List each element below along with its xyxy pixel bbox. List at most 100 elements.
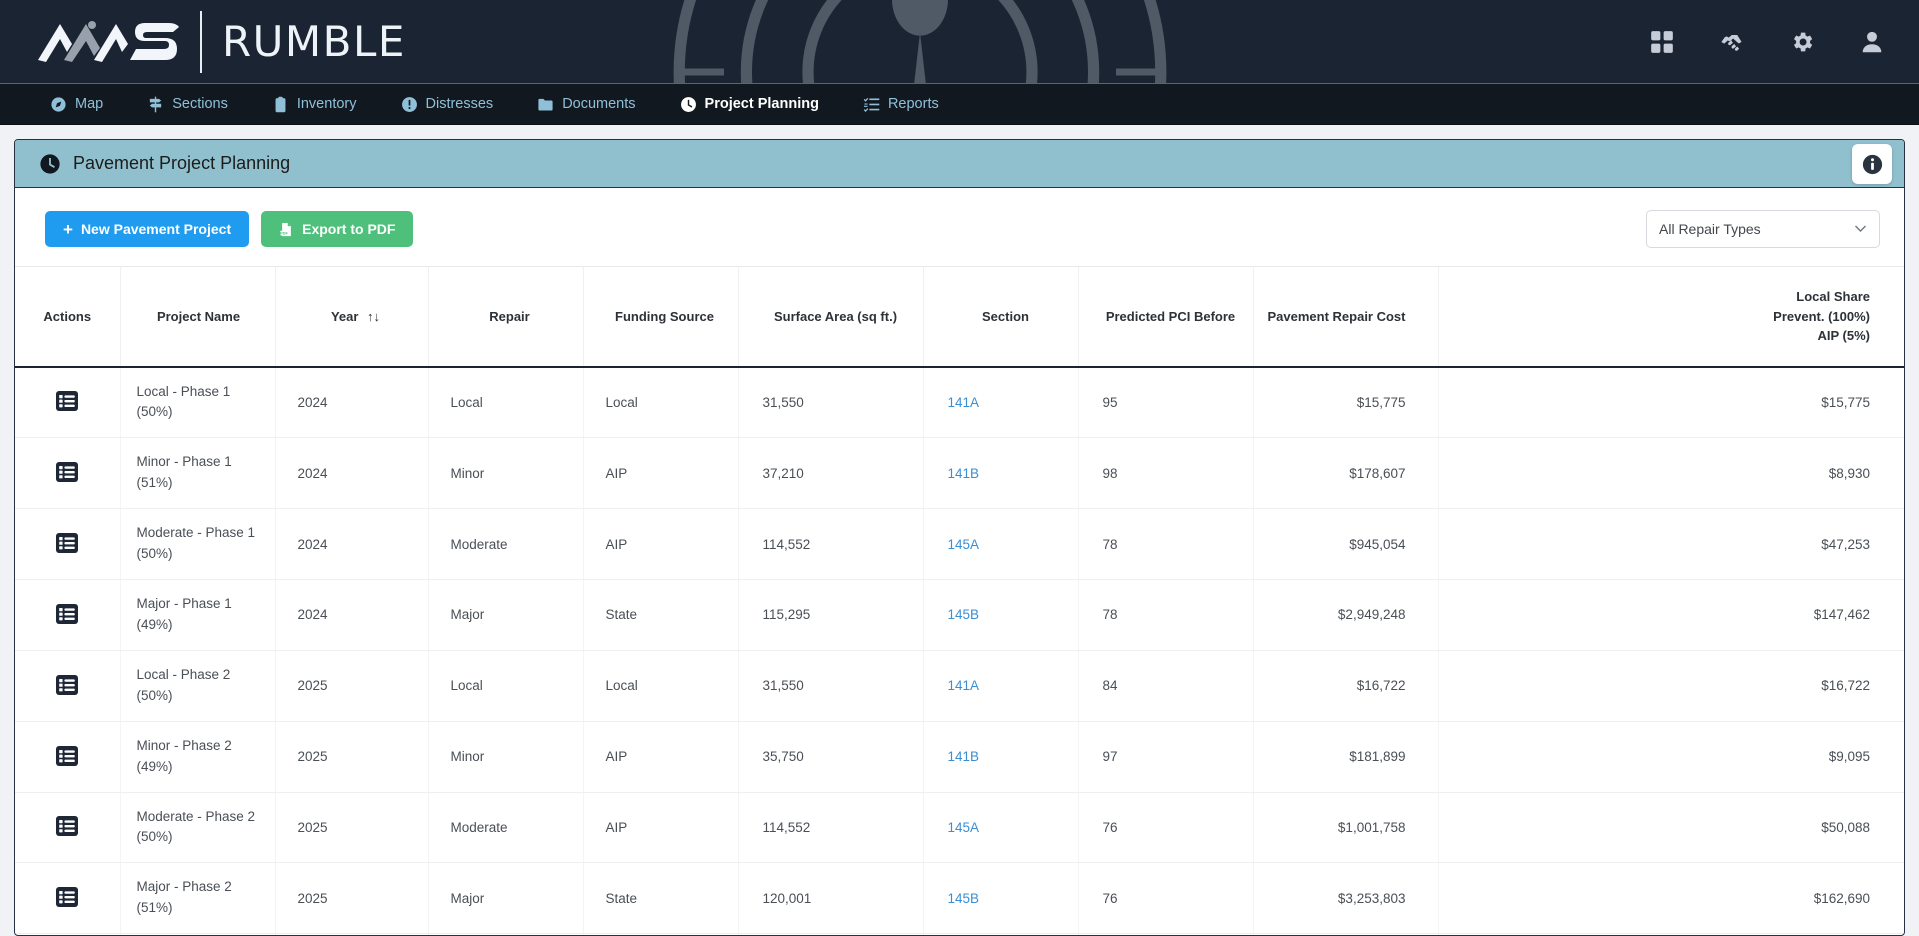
cell-local-share: $8,930 xyxy=(1438,437,1904,510)
col-local-share-line2: Prevent. (100%) xyxy=(1773,308,1870,324)
compass-icon xyxy=(51,96,66,112)
cell-actions xyxy=(15,792,121,864)
col-local-share: Local Share Prevent. (100%) AIP (5%) xyxy=(1438,266,1904,368)
cell-predicted-pci: 76 xyxy=(1078,862,1254,935)
cell-section: 141A xyxy=(923,650,1079,722)
table-row: Moderate - Phase 1 (50%) 2024 Moderate AIP 1… xyxy=(15,508,1904,581)
section-link[interactable]: 145B xyxy=(948,607,980,622)
col-local-share-line1: Local Share xyxy=(1796,289,1870,304)
cell-funding-source: Local xyxy=(583,366,739,439)
row-actions-button[interactable] xyxy=(54,885,80,909)
brand-logo[interactable]: RUMBLE xyxy=(0,10,406,73)
row-actions-button[interactable] xyxy=(54,389,80,413)
cell-repair-cost: $181,899 xyxy=(1253,721,1439,793)
cell-repair-cost: $3,253,803 xyxy=(1253,862,1439,935)
section-link[interactable]: 141A xyxy=(948,395,980,410)
cell-project-name: Moderate - Phase 1 (50%) xyxy=(120,508,276,581)
cell-surface-area: 115,295 xyxy=(738,579,924,651)
col-predicted-pci: Predicted PCI Before xyxy=(1078,266,1254,368)
nav-item-distresses[interactable]: Distresses xyxy=(379,84,516,125)
repair-type-select[interactable]: All Repair Types xyxy=(1646,210,1880,248)
cell-section: 145B xyxy=(923,579,1079,651)
cell-funding-source: State xyxy=(583,579,739,651)
cell-repair: Major xyxy=(428,579,584,651)
cell-funding-source: AIP xyxy=(583,508,739,581)
cell-funding-source: AIP xyxy=(583,792,739,864)
folder-icon xyxy=(538,98,553,111)
cell-predicted-pci: 95 xyxy=(1078,366,1254,439)
toolbar: + New Pavement Project PDF Export to PDF… xyxy=(15,188,1904,266)
nav-item-project-planning[interactable]: Project Planning xyxy=(658,84,841,125)
user-icon[interactable] xyxy=(1859,29,1885,55)
row-actions-button[interactable] xyxy=(54,744,80,768)
nav-item-inventory[interactable]: Inventory xyxy=(250,84,379,125)
cell-project-name: Minor - Phase 1 (51%) xyxy=(120,437,276,510)
new-pavement-project-button[interactable]: + New Pavement Project xyxy=(45,211,250,247)
section-link[interactable]: 145B xyxy=(948,891,980,906)
col-local-share-line3: AIP (5%) xyxy=(1817,328,1871,343)
section-link[interactable]: 145A xyxy=(948,537,980,552)
page-title-bar: Pavement Project Planning xyxy=(15,140,1904,188)
cell-section: 141A xyxy=(923,366,1079,439)
cell-actions xyxy=(15,579,121,651)
export-to-pdf-button[interactable]: PDF Export to PDF xyxy=(261,211,414,247)
cell-year: 2025 xyxy=(275,792,429,864)
cell-repair-cost: $178,607 xyxy=(1253,437,1439,510)
section-link[interactable]: 141A xyxy=(948,678,980,693)
cell-repair: Minor xyxy=(428,721,584,793)
cell-local-share: $50,088 xyxy=(1438,792,1904,864)
cell-repair-cost: $1,001,758 xyxy=(1253,792,1439,864)
row-actions-button[interactable] xyxy=(54,814,80,838)
projects-table: Actions Project Name Year ↑↓ Repair Fund… xyxy=(15,266,1904,935)
cell-year: 2024 xyxy=(275,508,429,581)
cell-surface-area: 35,750 xyxy=(738,721,924,793)
sort-toggle-icon[interactable]: ↑↓ xyxy=(367,309,380,324)
section-link[interactable]: 141B xyxy=(948,749,980,764)
section-link[interactable]: 141B xyxy=(948,466,980,481)
cell-repair: Minor xyxy=(428,437,584,510)
cell-surface-area: 120,001 xyxy=(738,862,924,935)
main-navigation: Map Sections Inventory Distresses Docume… xyxy=(0,84,1919,125)
col-year[interactable]: Year ↑↓ xyxy=(275,266,429,368)
cell-repair-cost: $15,775 xyxy=(1253,366,1439,439)
clock-icon xyxy=(40,153,60,174)
cell-predicted-pci: 97 xyxy=(1078,721,1254,793)
nav-item-map[interactable]: Map xyxy=(28,84,125,125)
cell-local-share: $15,775 xyxy=(1438,366,1904,439)
cell-section: 145A xyxy=(923,508,1079,581)
repair-type-filter: All Repair Types xyxy=(1646,210,1880,248)
cell-surface-area: 31,550 xyxy=(738,366,924,439)
cell-section: 141B xyxy=(923,721,1079,793)
cell-section: 145A xyxy=(923,792,1079,864)
cell-repair: Local xyxy=(428,650,584,722)
cell-repair-cost: $2,949,248 xyxy=(1253,579,1439,651)
nav-item-sections[interactable]: Sections xyxy=(125,84,250,125)
apps-grid-icon[interactable] xyxy=(1649,29,1675,55)
export-pdf-label: Export to PDF xyxy=(302,221,396,237)
handshake-icon[interactable] xyxy=(1719,29,1745,55)
row-actions-button[interactable] xyxy=(54,673,80,697)
cell-year: 2024 xyxy=(275,437,429,510)
nav-item-documents[interactable]: Documents xyxy=(515,84,657,125)
gear-icon[interactable] xyxy=(1789,29,1815,55)
info-button[interactable] xyxy=(1852,144,1892,184)
section-link[interactable]: 145A xyxy=(948,820,980,835)
nav-label: Sections xyxy=(172,96,228,112)
row-actions-button[interactable] xyxy=(54,602,80,626)
row-actions-button[interactable] xyxy=(54,460,80,484)
cell-repair-cost: $945,054 xyxy=(1253,508,1439,581)
cell-local-share: $147,462 xyxy=(1438,579,1904,651)
clock-icon xyxy=(680,96,696,112)
row-actions-button[interactable] xyxy=(54,531,80,555)
logo-divider xyxy=(200,10,202,73)
col-section: Section xyxy=(923,266,1079,368)
col-repair: Repair xyxy=(428,266,584,368)
cell-year: 2024 xyxy=(275,366,429,439)
cell-actions xyxy=(15,366,121,439)
cell-repair-cost: $16,722 xyxy=(1253,650,1439,722)
nav-item-reports[interactable]: Reports xyxy=(841,84,961,125)
col-surface-area: Surface Area (sq ft.) xyxy=(738,266,924,368)
cell-actions xyxy=(15,508,121,581)
exclamation-circle-icon xyxy=(401,96,417,112)
plus-icon: + xyxy=(63,219,73,239)
